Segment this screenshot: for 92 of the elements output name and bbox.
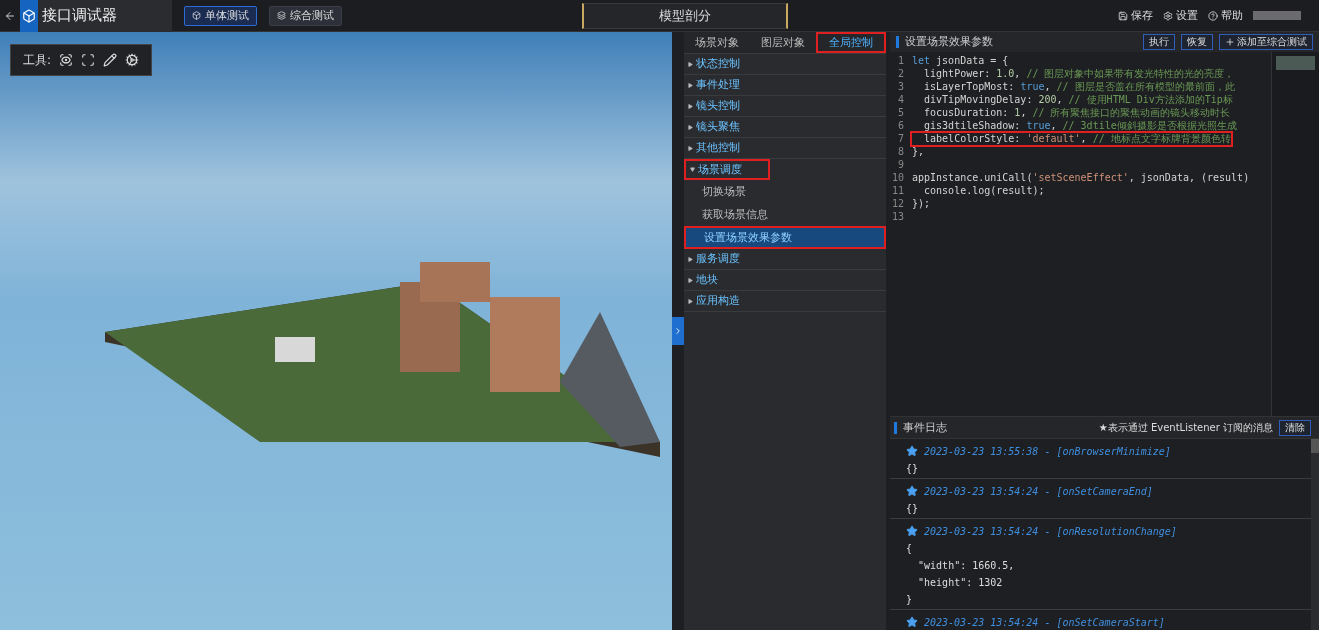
code-line: focusDuration: 1, // 所有聚焦接口的聚焦动画的镜头移动时长	[923, 106, 1231, 119]
triangle-icon	[688, 124, 693, 130]
panel-tab[interactable]: 图层对象	[750, 32, 816, 53]
star-icon	[906, 445, 918, 457]
cube-logo-icon	[20, 0, 38, 32]
event-payload: {}	[906, 463, 920, 474]
username-placeholder	[1253, 11, 1301, 20]
tree-item[interactable]: 状态控制	[684, 54, 886, 75]
tree-item[interactable]: 镜头聚焦	[684, 117, 886, 138]
app-title: 接口调试器	[38, 0, 172, 32]
line-number: 7	[896, 133, 905, 144]
line-number: 12	[890, 198, 905, 209]
tree-subitem[interactable]: 切换场景	[684, 180, 886, 203]
add-button[interactable]: 添加至综合测试	[1219, 34, 1313, 50]
line-number: 4	[896, 94, 905, 105]
back-arrow-icon	[4, 9, 16, 22]
code-line: gis3dtileShadow: true, // 3dtile倾斜摄影是否根据光照生成	[923, 119, 1237, 132]
event-heading: 2023-03-23 13:54:24 - [onResolutionChange]	[924, 525, 1177, 537]
pencil-icon[interactable]	[103, 53, 118, 67]
triangle-icon	[688, 61, 693, 67]
event-payload: {}	[906, 503, 920, 514]
help-button[interactable]: 帮助	[1208, 8, 1243, 23]
scrollbar-thumb[interactable]	[1311, 439, 1319, 453]
triangle-icon	[688, 82, 693, 88]
tools-label: 工具:	[23, 51, 52, 69]
settings-icon	[1163, 10, 1173, 21]
editor-title: 设置场景效果参数	[905, 35, 993, 49]
event-payload: "width": 1660.5,	[917, 560, 1016, 571]
code-line: });	[912, 197, 931, 210]
code-line: lightPower: 1.0, // 图层对象中如果带有发光特性的光的亮度，	[923, 67, 1235, 80]
star-icon	[906, 485, 918, 497]
code-line: console.log(result);	[923, 184, 1045, 197]
tree-item[interactable]: 其他控制	[684, 138, 886, 159]
expand-handle[interactable]	[672, 317, 684, 345]
event-heading: 2023-03-23 13:54:24 - [onSetCameraStart]	[924, 616, 1165, 628]
triangle-icon	[688, 277, 693, 283]
help-icon	[1208, 10, 1218, 21]
line-number: 11	[890, 185, 905, 196]
code-line: isLayerTopMost: true, // 图层是否盖在所有模型的最前面，此	[923, 80, 1235, 93]
line-number: 8	[896, 146, 905, 157]
locate-icon[interactable]	[59, 53, 74, 67]
panel-tab[interactable]: 全局控制	[816, 32, 886, 53]
mode-tab[interactable]: 单体测试	[184, 5, 257, 26]
line-number: 2	[896, 68, 905, 79]
star-icon	[906, 616, 918, 628]
line-number: 5	[896, 107, 905, 118]
triangle-icon	[688, 145, 693, 151]
event-payload: {	[906, 543, 914, 554]
triangle-icon	[688, 298, 693, 304]
tree-item[interactable]: 服务调度	[684, 249, 886, 270]
code-line: labelColorStyle: 'default', // 地标点文字标牌背景颜色转	[912, 132, 1231, 145]
tree-item[interactable]: 事件处理	[684, 75, 886, 96]
save-icon	[1118, 10, 1128, 21]
code-line: let jsonData = {	[912, 54, 1009, 67]
tree-subitem[interactable]: 获取场景信息	[684, 203, 886, 226]
tree-item[interactable]: 镜头控制	[684, 96, 886, 117]
save-button[interactable]: 保存	[1118, 8, 1153, 23]
clear-button[interactable]: 清除	[1279, 419, 1311, 436]
line-number: 9	[896, 159, 905, 170]
mode-tab[interactable]: 综合测试	[269, 5, 342, 26]
layers-icon	[277, 11, 286, 20]
event-heading: 2023-03-23 13:55:38 - [onBrowserMinimize]	[924, 445, 1171, 457]
line-number: 3	[896, 81, 905, 92]
line-number: 10	[890, 172, 905, 183]
code-line: divTipMovingDelay: 200, // 使用HTML Div方法添加的Tip标	[923, 93, 1233, 106]
line-number: 1	[896, 55, 905, 66]
tree-item[interactable]: 地块	[684, 270, 886, 291]
line-number: 13	[890, 211, 905, 222]
code-line: appInstance.uniCall('setSceneEffect', jsonData, (result)	[912, 171, 1250, 184]
triangle-icon	[688, 103, 693, 109]
settings-button[interactable]: 设置	[1163, 8, 1198, 23]
tree-item[interactable]: 应用构造	[684, 291, 886, 312]
log-title: 事件日志	[903, 420, 947, 435]
tree-subitem[interactable]: 设置场景效果参数	[684, 226, 886, 249]
action-button[interactable]: 恢复	[1181, 34, 1213, 50]
tree-item[interactable]: 场景调度	[684, 159, 770, 180]
frame-icon[interactable]	[81, 53, 96, 67]
code-line: },	[912, 145, 925, 158]
triangle-icon	[688, 256, 693, 262]
triangle-icon	[690, 167, 695, 172]
event-payload: }	[906, 594, 914, 605]
plus-icon	[1225, 37, 1235, 47]
page-title: 模型剖分	[582, 2, 788, 29]
line-number: 6	[896, 120, 905, 131]
action-button[interactable]: 执行	[1143, 34, 1175, 50]
star-icon	[906, 525, 918, 537]
settings-icon[interactable]	[125, 53, 140, 67]
log-hint: ★表示通过 EventListener 订阅的消息	[1098, 420, 1273, 435]
event-heading: 2023-03-23 13:54:24 - [onSetCameraEnd]	[924, 485, 1153, 497]
event-payload: "height": 1302	[917, 577, 1004, 588]
panel-tab[interactable]: 场景对象	[684, 32, 750, 53]
cube-icon	[192, 11, 201, 20]
